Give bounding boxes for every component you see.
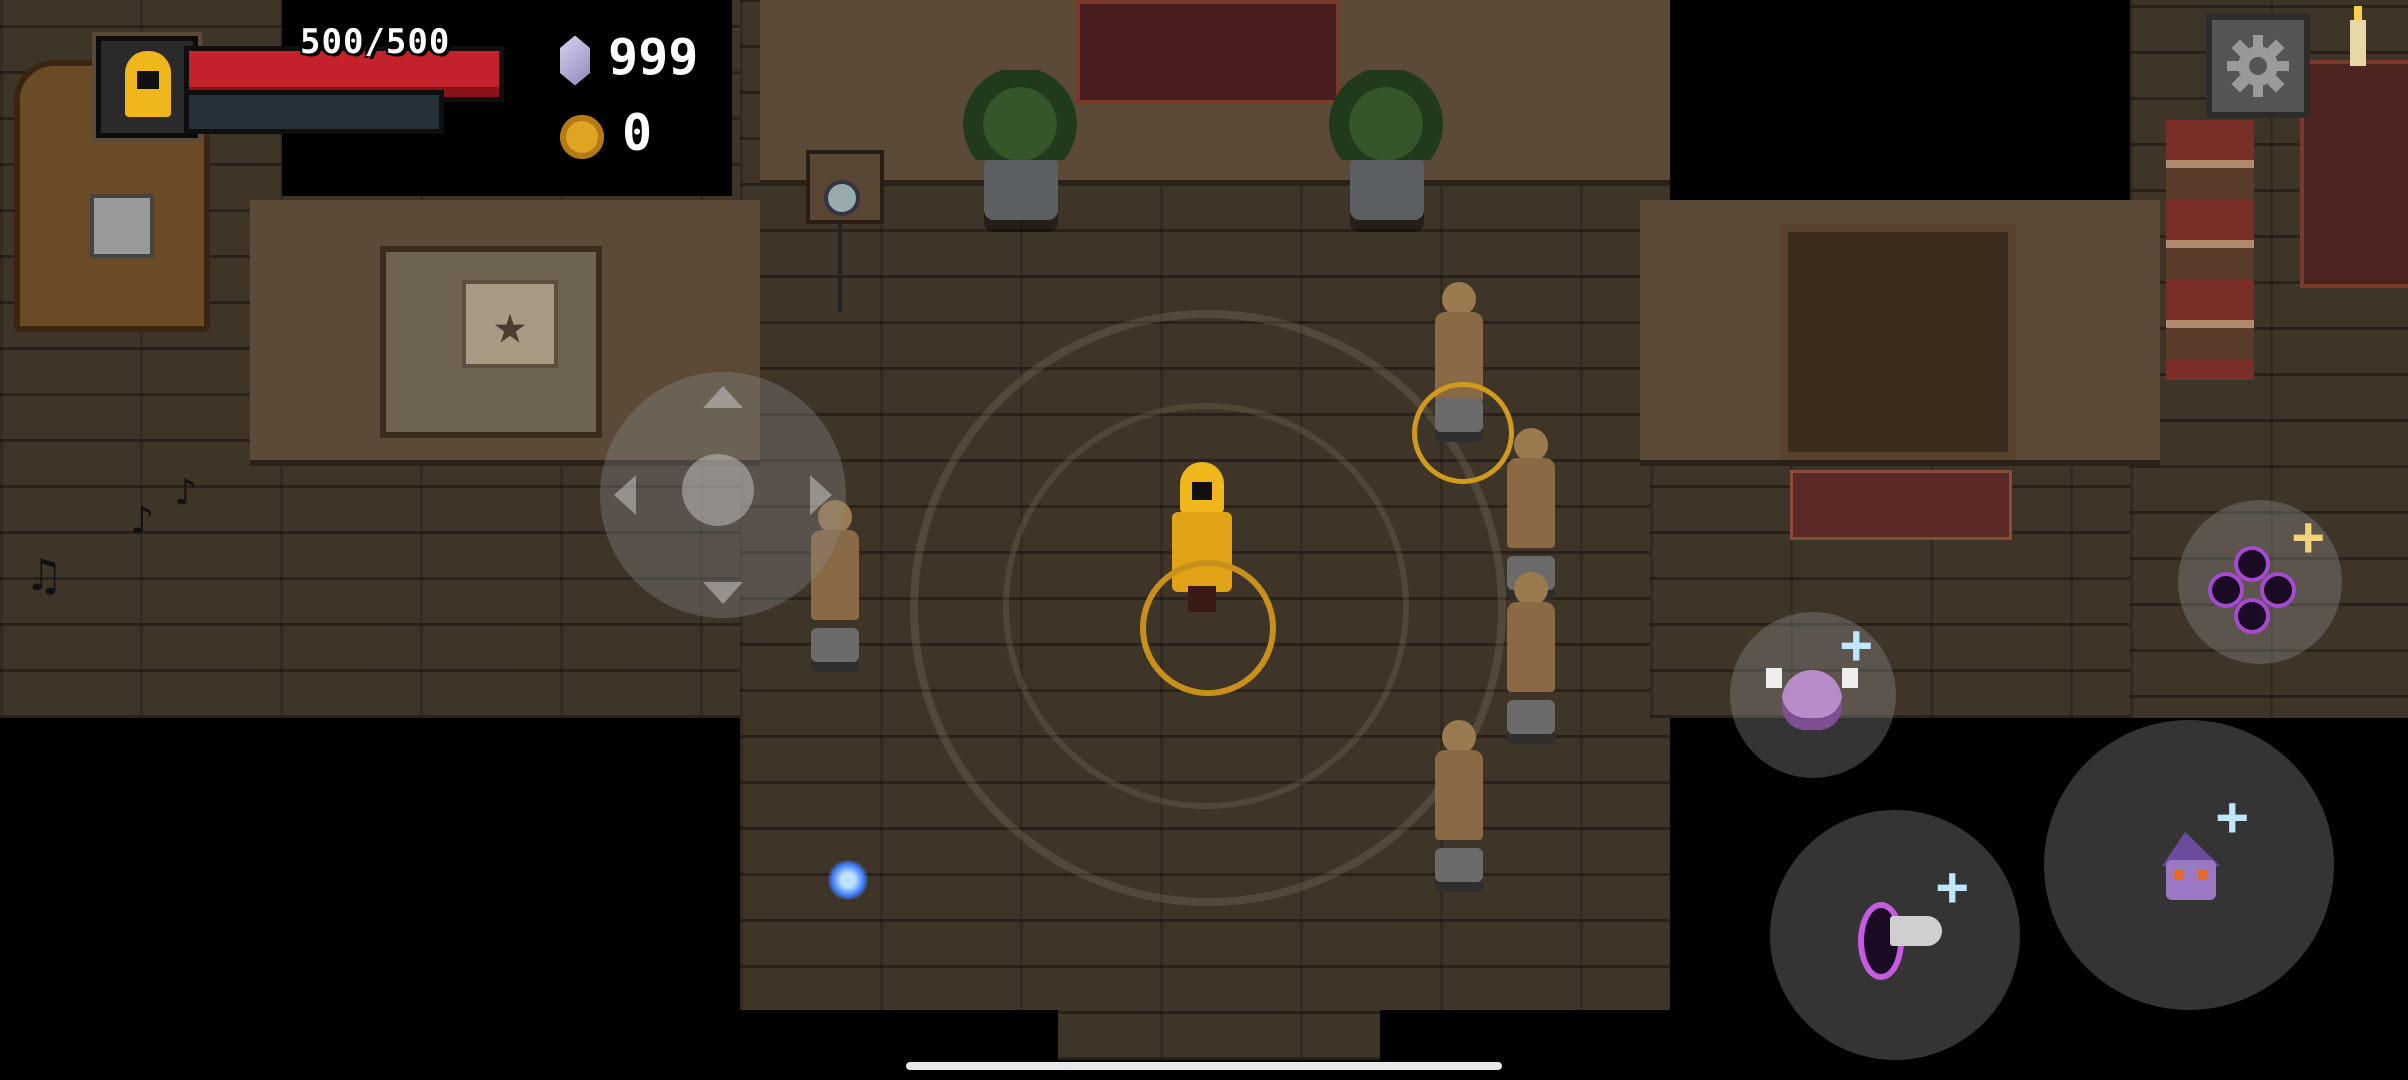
candle-icon xyxy=(2350,20,2366,66)
void-bottom-left xyxy=(0,718,740,1080)
portrait-face xyxy=(137,71,159,89)
health-text: 500/500 xyxy=(300,22,451,62)
book-stack xyxy=(2166,120,2254,380)
music-note-icon: ♫ xyxy=(30,548,58,602)
dark-orbs-icon xyxy=(2212,550,2292,630)
spirit-horn-left xyxy=(1766,668,1782,688)
horned-spirit-icon xyxy=(1782,670,1842,730)
wizard-skull-skill-button[interactable]: + xyxy=(2044,720,2334,1010)
camera-tripod xyxy=(780,110,900,330)
mana-bar xyxy=(184,90,444,134)
dummy-body xyxy=(1507,458,1555,548)
cabinet-emblem-icon xyxy=(90,194,154,258)
void-top-right xyxy=(1676,0,2126,196)
dummy-head xyxy=(1514,428,1548,462)
plant-pot-left xyxy=(984,160,1058,220)
training-dummy[interactable] xyxy=(1414,720,1504,900)
red-rug-right xyxy=(2300,60,2408,288)
gem-icon xyxy=(560,35,590,86)
potted-plant-right xyxy=(1326,70,1446,160)
gem-count: 999 xyxy=(608,28,699,86)
movement-joystick[interactable] xyxy=(600,372,846,618)
dummy-body xyxy=(1435,750,1483,840)
dummy-base xyxy=(1507,700,1555,734)
joystick-up-arrow-icon xyxy=(703,386,743,408)
dummy-head xyxy=(1442,282,1476,316)
joystick-knob[interactable] xyxy=(682,454,754,526)
blue-wisp xyxy=(828,860,868,900)
dummy-base xyxy=(1435,848,1483,882)
music-note-icon: ♪ xyxy=(130,498,155,544)
tripod-legs xyxy=(838,222,842,312)
gold-count: 0 xyxy=(622,104,653,162)
joystick-right-arrow-icon xyxy=(810,475,832,515)
gold-counter: 0 xyxy=(560,104,652,162)
dummy-base xyxy=(811,628,859,662)
game-screen: ★ ♫ ♪ ♪ 500/500 999 0 + + + + xyxy=(0,0,2408,1080)
camera-lens xyxy=(824,180,860,216)
player-aim-ring xyxy=(1140,560,1276,696)
skill-upgrade-plus-icon: + xyxy=(1840,613,1873,676)
doormat xyxy=(1790,470,2012,540)
home-indicator[interactable] xyxy=(906,1062,1502,1070)
skill-upgrade-plus-icon: + xyxy=(2292,505,2325,568)
gem-counter: 999 xyxy=(560,28,698,86)
portal-dash-skill-button[interactable]: + xyxy=(1770,810,2020,1060)
dummy-head xyxy=(1442,720,1476,754)
plant-pot-right xyxy=(1350,160,1424,220)
dark-orbs-skill-button[interactable]: + xyxy=(2178,500,2342,664)
horned-spirit-skill-button[interactable]: + xyxy=(1730,612,1896,778)
gold-coin-icon xyxy=(560,114,604,159)
dash-trail xyxy=(1890,916,1942,946)
player-portrait xyxy=(96,36,198,138)
music-note-icon: ♪ xyxy=(174,470,197,514)
star-plaque-icon: ★ xyxy=(462,280,558,368)
gear-icon xyxy=(2227,35,2289,97)
joystick-down-arrow-icon xyxy=(703,582,743,604)
dummy-head xyxy=(1514,572,1548,606)
skill-upgrade-plus-icon: + xyxy=(2216,785,2249,848)
dummy-body xyxy=(1507,602,1555,692)
player-face xyxy=(1192,482,1212,500)
settings-button[interactable] xyxy=(2206,14,2310,118)
bookshelf xyxy=(1780,224,2016,460)
joystick-left-arrow-icon xyxy=(614,475,636,515)
potted-plant-left xyxy=(960,70,1080,160)
skill-upgrade-plus-icon: + xyxy=(1936,855,1969,918)
red-carpet xyxy=(1076,0,1340,104)
